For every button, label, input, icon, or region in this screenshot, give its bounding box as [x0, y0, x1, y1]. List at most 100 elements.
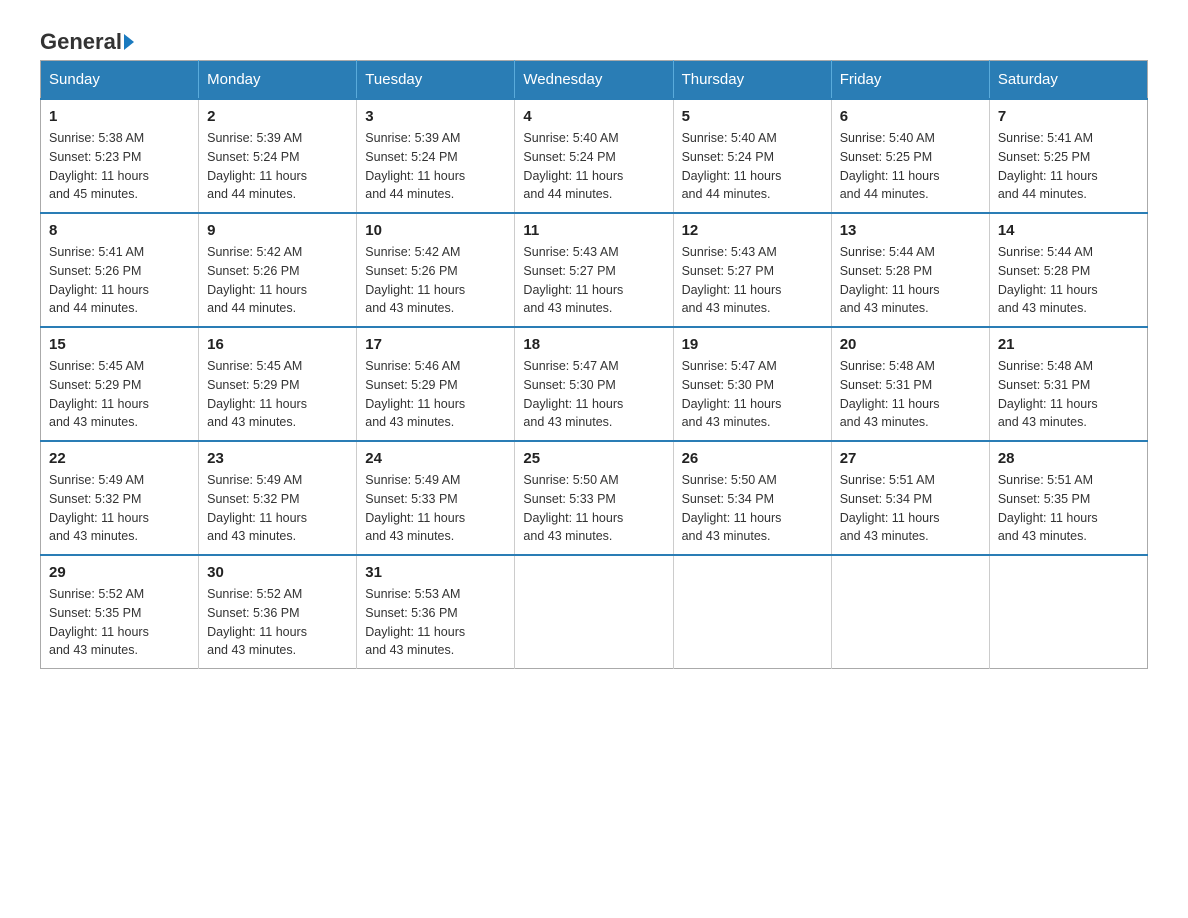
calendar-week-row: 22 Sunrise: 5:49 AMSunset: 5:32 PMDaylig… [41, 441, 1148, 555]
day-number: 23 [207, 450, 348, 467]
day-number: 19 [682, 336, 823, 353]
day-number: 7 [998, 108, 1139, 125]
day-info: Sunrise: 5:52 AMSunset: 5:35 PMDaylight:… [49, 587, 149, 657]
day-info: Sunrise: 5:49 AMSunset: 5:32 PMDaylight:… [207, 473, 307, 543]
header-sunday: Sunday [41, 61, 199, 100]
day-info: Sunrise: 5:47 AMSunset: 5:30 PMDaylight:… [682, 359, 782, 429]
calendar-week-row: 29 Sunrise: 5:52 AMSunset: 5:35 PMDaylig… [41, 555, 1148, 669]
day-info: Sunrise: 5:40 AMSunset: 5:24 PMDaylight:… [523, 131, 623, 201]
calendar-cell: 23 Sunrise: 5:49 AMSunset: 5:32 PMDaylig… [199, 441, 357, 555]
day-number: 29 [49, 564, 190, 581]
day-number: 27 [840, 450, 981, 467]
day-info: Sunrise: 5:45 AMSunset: 5:29 PMDaylight:… [49, 359, 149, 429]
calendar-cell: 1 Sunrise: 5:38 AMSunset: 5:23 PMDayligh… [41, 99, 199, 213]
day-info: Sunrise: 5:53 AMSunset: 5:36 PMDaylight:… [365, 587, 465, 657]
logo-arrow-icon [124, 34, 134, 50]
day-number: 14 [998, 222, 1139, 239]
calendar-cell: 30 Sunrise: 5:52 AMSunset: 5:36 PMDaylig… [199, 555, 357, 669]
day-number: 16 [207, 336, 348, 353]
calendar-cell: 12 Sunrise: 5:43 AMSunset: 5:27 PMDaylig… [673, 213, 831, 327]
day-number: 10 [365, 222, 506, 239]
day-number: 2 [207, 108, 348, 125]
day-number: 24 [365, 450, 506, 467]
calendar-table: SundayMondayTuesdayWednesdayThursdayFrid… [40, 60, 1148, 669]
calendar-cell: 11 Sunrise: 5:43 AMSunset: 5:27 PMDaylig… [515, 213, 673, 327]
calendar-cell [515, 555, 673, 669]
day-number: 3 [365, 108, 506, 125]
day-info: Sunrise: 5:40 AMSunset: 5:25 PMDaylight:… [840, 131, 940, 201]
day-info: Sunrise: 5:43 AMSunset: 5:27 PMDaylight:… [523, 245, 623, 315]
calendar-week-row: 8 Sunrise: 5:41 AMSunset: 5:26 PMDayligh… [41, 213, 1148, 327]
day-info: Sunrise: 5:44 AMSunset: 5:28 PMDaylight:… [998, 245, 1098, 315]
day-number: 26 [682, 450, 823, 467]
day-info: Sunrise: 5:39 AMSunset: 5:24 PMDaylight:… [207, 131, 307, 201]
calendar-cell: 3 Sunrise: 5:39 AMSunset: 5:24 PMDayligh… [357, 99, 515, 213]
calendar-cell: 20 Sunrise: 5:48 AMSunset: 5:31 PMDaylig… [831, 327, 989, 441]
calendar-cell: 8 Sunrise: 5:41 AMSunset: 5:26 PMDayligh… [41, 213, 199, 327]
day-info: Sunrise: 5:50 AMSunset: 5:33 PMDaylight:… [523, 473, 623, 543]
day-number: 9 [207, 222, 348, 239]
day-number: 11 [523, 222, 664, 239]
day-info: Sunrise: 5:50 AMSunset: 5:34 PMDaylight:… [682, 473, 782, 543]
day-info: Sunrise: 5:41 AMSunset: 5:25 PMDaylight:… [998, 131, 1098, 201]
calendar-cell: 14 Sunrise: 5:44 AMSunset: 5:28 PMDaylig… [989, 213, 1147, 327]
day-info: Sunrise: 5:41 AMSunset: 5:26 PMDaylight:… [49, 245, 149, 315]
day-number: 15 [49, 336, 190, 353]
calendar-cell: 17 Sunrise: 5:46 AMSunset: 5:29 PMDaylig… [357, 327, 515, 441]
calendar-cell: 24 Sunrise: 5:49 AMSunset: 5:33 PMDaylig… [357, 441, 515, 555]
calendar-cell: 5 Sunrise: 5:40 AMSunset: 5:24 PMDayligh… [673, 99, 831, 213]
calendar-cell: 2 Sunrise: 5:39 AMSunset: 5:24 PMDayligh… [199, 99, 357, 213]
calendar-cell: 10 Sunrise: 5:42 AMSunset: 5:26 PMDaylig… [357, 213, 515, 327]
calendar-cell [989, 555, 1147, 669]
day-info: Sunrise: 5:48 AMSunset: 5:31 PMDaylight:… [840, 359, 940, 429]
calendar-cell: 28 Sunrise: 5:51 AMSunset: 5:35 PMDaylig… [989, 441, 1147, 555]
calendar-cell: 15 Sunrise: 5:45 AMSunset: 5:29 PMDaylig… [41, 327, 199, 441]
calendar-cell: 19 Sunrise: 5:47 AMSunset: 5:30 PMDaylig… [673, 327, 831, 441]
header-thursday: Thursday [673, 61, 831, 100]
calendar-week-row: 1 Sunrise: 5:38 AMSunset: 5:23 PMDayligh… [41, 99, 1148, 213]
day-info: Sunrise: 5:49 AMSunset: 5:32 PMDaylight:… [49, 473, 149, 543]
header-tuesday: Tuesday [357, 61, 515, 100]
day-info: Sunrise: 5:42 AMSunset: 5:26 PMDaylight:… [365, 245, 465, 315]
day-number: 5 [682, 108, 823, 125]
header-wednesday: Wednesday [515, 61, 673, 100]
calendar-cell: 7 Sunrise: 5:41 AMSunset: 5:25 PMDayligh… [989, 99, 1147, 213]
day-info: Sunrise: 5:42 AMSunset: 5:26 PMDaylight:… [207, 245, 307, 315]
day-info: Sunrise: 5:46 AMSunset: 5:29 PMDaylight:… [365, 359, 465, 429]
calendar-cell: 13 Sunrise: 5:44 AMSunset: 5:28 PMDaylig… [831, 213, 989, 327]
day-number: 6 [840, 108, 981, 125]
day-number: 13 [840, 222, 981, 239]
calendar-cell [831, 555, 989, 669]
day-info: Sunrise: 5:43 AMSunset: 5:27 PMDaylight:… [682, 245, 782, 315]
day-number: 20 [840, 336, 981, 353]
day-number: 8 [49, 222, 190, 239]
day-info: Sunrise: 5:51 AMSunset: 5:35 PMDaylight:… [998, 473, 1098, 543]
calendar-cell: 29 Sunrise: 5:52 AMSunset: 5:35 PMDaylig… [41, 555, 199, 669]
calendar-cell: 26 Sunrise: 5:50 AMSunset: 5:34 PMDaylig… [673, 441, 831, 555]
calendar-cell: 9 Sunrise: 5:42 AMSunset: 5:26 PMDayligh… [199, 213, 357, 327]
calendar-cell: 31 Sunrise: 5:53 AMSunset: 5:36 PMDaylig… [357, 555, 515, 669]
calendar-cell: 4 Sunrise: 5:40 AMSunset: 5:24 PMDayligh… [515, 99, 673, 213]
day-number: 1 [49, 108, 190, 125]
day-info: Sunrise: 5:39 AMSunset: 5:24 PMDaylight:… [365, 131, 465, 201]
day-info: Sunrise: 5:51 AMSunset: 5:34 PMDaylight:… [840, 473, 940, 543]
day-number: 31 [365, 564, 506, 581]
day-number: 25 [523, 450, 664, 467]
page-header: General [40, 30, 1148, 54]
header-friday: Friday [831, 61, 989, 100]
calendar-cell: 6 Sunrise: 5:40 AMSunset: 5:25 PMDayligh… [831, 99, 989, 213]
day-number: 21 [998, 336, 1139, 353]
calendar-cell: 21 Sunrise: 5:48 AMSunset: 5:31 PMDaylig… [989, 327, 1147, 441]
day-info: Sunrise: 5:52 AMSunset: 5:36 PMDaylight:… [207, 587, 307, 657]
day-number: 30 [207, 564, 348, 581]
calendar-cell [673, 555, 831, 669]
calendar-week-row: 15 Sunrise: 5:45 AMSunset: 5:29 PMDaylig… [41, 327, 1148, 441]
logo-text-general: General [40, 30, 122, 54]
header-saturday: Saturday [989, 61, 1147, 100]
day-number: 22 [49, 450, 190, 467]
day-number: 28 [998, 450, 1139, 467]
calendar-cell: 18 Sunrise: 5:47 AMSunset: 5:30 PMDaylig… [515, 327, 673, 441]
day-number: 12 [682, 222, 823, 239]
header-monday: Monday [199, 61, 357, 100]
calendar-cell: 22 Sunrise: 5:49 AMSunset: 5:32 PMDaylig… [41, 441, 199, 555]
